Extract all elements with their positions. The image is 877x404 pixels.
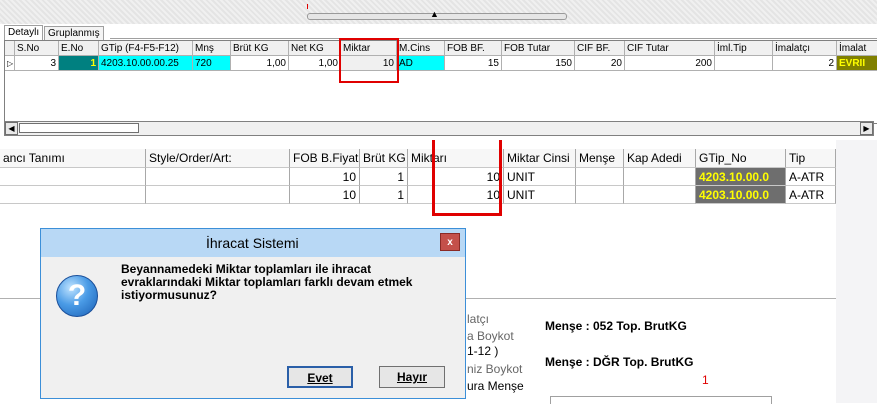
table-row[interactable]: [0, 186, 146, 204]
g2-header-miktar[interactable]: Miktarı: [408, 149, 504, 168]
col-header-brut-kg[interactable]: Brüt KG: [231, 41, 289, 56]
cell-gtip[interactable]: 4203.10.00.00.25: [99, 56, 193, 71]
label-imalatci: latçı: [467, 312, 490, 326]
chevron-up-icon: ▲: [430, 9, 439, 19]
yes-button[interactable]: Evet: [287, 366, 353, 388]
highlight-miktar-top: [339, 38, 399, 83]
mense-dgr-label: Menşe : DĞR Top. BrutKG: [545, 355, 694, 369]
g2-cell-brut[interactable]: 1: [360, 186, 408, 204]
g2-header-gtip[interactable]: GTip_No: [696, 149, 786, 168]
col-header-iml-tip[interactable]: İml.Tip: [715, 41, 773, 56]
g2-header-cinsi[interactable]: Miktar Cinsi: [504, 149, 576, 168]
label-boykot: a Boykot: [467, 329, 514, 343]
g2-cell-mense[interactable]: [576, 168, 624, 186]
scroll-right-icon[interactable]: ▶: [860, 122, 873, 135]
label-ura-mense: ura Menşe: [467, 379, 524, 393]
g2-cell-kap[interactable]: [624, 168, 696, 186]
g2-header-tanim[interactable]: ancı Tanımı: [0, 149, 146, 168]
g2-cell-cinsi[interactable]: UNIT: [504, 186, 576, 204]
g2-cell-mense[interactable]: [576, 186, 624, 204]
cell-sno[interactable]: 3: [15, 56, 59, 71]
splitter-handle[interactable]: ▲: [307, 9, 567, 20]
detail-grid[interactable]: S.No E.No GTip (F4-F5-F12) Mnş Brüt KG N…: [4, 40, 877, 124]
highlight-miktar-bottom-base: [432, 213, 502, 216]
scroll-thumb[interactable]: [19, 123, 139, 133]
cell-mns[interactable]: 720: [193, 56, 231, 71]
cell-mcins[interactable]: AD: [397, 56, 445, 71]
yes-button-label: Evet: [307, 371, 333, 385]
cell-iml-tip[interactable]: [715, 56, 773, 71]
cell-fob-tutar[interactable]: 150: [502, 56, 575, 71]
dialog-message: Beyannamedeki Miktar toplamları ile ihra…: [121, 262, 413, 302]
red-marker: [307, 4, 308, 9]
right-margin: [836, 140, 877, 403]
cell-brut-kg[interactable]: 1,00: [231, 56, 289, 71]
g2-cell-tip[interactable]: A-ATR: [786, 186, 836, 204]
g2-cell-gtip[interactable]: 4203.10.00.0: [696, 186, 786, 204]
col-header-fob-bf[interactable]: FOB BF.: [445, 41, 502, 56]
g2-cell-tip[interactable]: A-ATR: [786, 168, 836, 186]
no-button[interactable]: Hayır: [379, 366, 445, 388]
row-indicator-header: [5, 41, 15, 56]
g2-cell-fob[interactable]: 10: [290, 168, 360, 186]
dialog-title: İhracat Sistemi: [206, 235, 299, 251]
table-row[interactable]: [0, 168, 146, 186]
col-header-fob-tutar[interactable]: FOB Tutar: [502, 41, 575, 56]
cell-imalat[interactable]: EVRII: [837, 56, 877, 71]
g2-header-tip[interactable]: Tip: [786, 149, 836, 168]
horizontal-scrollbar[interactable]: ◀ ▶: [4, 121, 874, 136]
g2-cell-fob[interactable]: 10: [290, 186, 360, 204]
g2-header-kap[interactable]: Kap Adedi: [624, 149, 696, 168]
cell-eno[interactable]: 1: [59, 56, 99, 71]
g2-header-mense[interactable]: Menşe: [576, 149, 624, 168]
cell-cif-bf[interactable]: 20: [575, 56, 625, 71]
cell-fob-bf[interactable]: 15: [445, 56, 502, 71]
label-niz-boykot: niz Boykot: [467, 362, 523, 376]
question-icon: ?: [56, 275, 98, 317]
row-indicator-icon: ▷: [5, 56, 15, 71]
close-icon[interactable]: x: [440, 233, 460, 251]
col-header-net-kg[interactable]: Net KG: [289, 41, 341, 56]
col-header-imalatci[interactable]: İmalatçı: [773, 41, 837, 56]
col-header-cif-tutar[interactable]: CIF Tutar: [625, 41, 715, 56]
mense-052-label: Menşe : 052 Top. BrutKG: [545, 319, 687, 333]
g2-cell-miktar[interactable]: 10: [408, 168, 504, 186]
highlight-miktar-bottom-right: [499, 140, 502, 216]
dialog-titlebar[interactable]: İhracat Sistemi x: [41, 229, 465, 257]
g2-cell-miktar[interactable]: 10: [408, 186, 504, 204]
g2-cell-cinsi[interactable]: UNIT: [504, 168, 576, 186]
g2-cell-style[interactable]: [146, 186, 290, 204]
g2-cell-gtip[interactable]: 4203.10.00.0: [696, 168, 786, 186]
scroll-left-icon[interactable]: ◀: [5, 122, 18, 135]
cell-net-kg[interactable]: 1,00: [289, 56, 341, 71]
tab-gruplanmis[interactable]: Gruplanmış: [44, 26, 104, 40]
col-header-sno[interactable]: S.No: [15, 41, 59, 56]
highlight-miktar-bottom-left: [432, 140, 435, 216]
g2-header-fob[interactable]: FOB B.Fiyatı: [290, 149, 360, 168]
col-header-mns[interactable]: Mnş: [193, 41, 231, 56]
g2-cell-style[interactable]: [146, 168, 290, 186]
g2-cell-kap[interactable]: [624, 186, 696, 204]
col-header-gtip[interactable]: GTip (F4-F5-F12): [99, 41, 193, 56]
no-button-label: Hayır: [396, 370, 428, 384]
label-range: 1-12 ): [467, 344, 499, 358]
mense-dgr-value: 1: [702, 373, 709, 387]
g2-cell-brut[interactable]: 1: [360, 168, 408, 186]
col-header-cif-bf[interactable]: CIF BF.: [575, 41, 625, 56]
g2-header-brut[interactable]: Brüt KG: [360, 149, 408, 168]
tab-divider: [110, 38, 877, 39]
confirm-dialog: İhracat Sistemi x ? Beyannamedeki Miktar…: [40, 228, 466, 399]
cell-imalatci[interactable]: 2: [773, 56, 837, 71]
g2-header-style[interactable]: Style/Order/Art:: [146, 149, 290, 168]
col-header-imalat[interactable]: İmalat: [837, 41, 877, 56]
col-header-eno[interactable]: E.No: [59, 41, 99, 56]
cell-cif-tutar[interactable]: 200: [625, 56, 715, 71]
tab-detayli[interactable]: Detaylı: [4, 25, 44, 40]
col-header-mcins[interactable]: M.Cins: [397, 41, 445, 56]
